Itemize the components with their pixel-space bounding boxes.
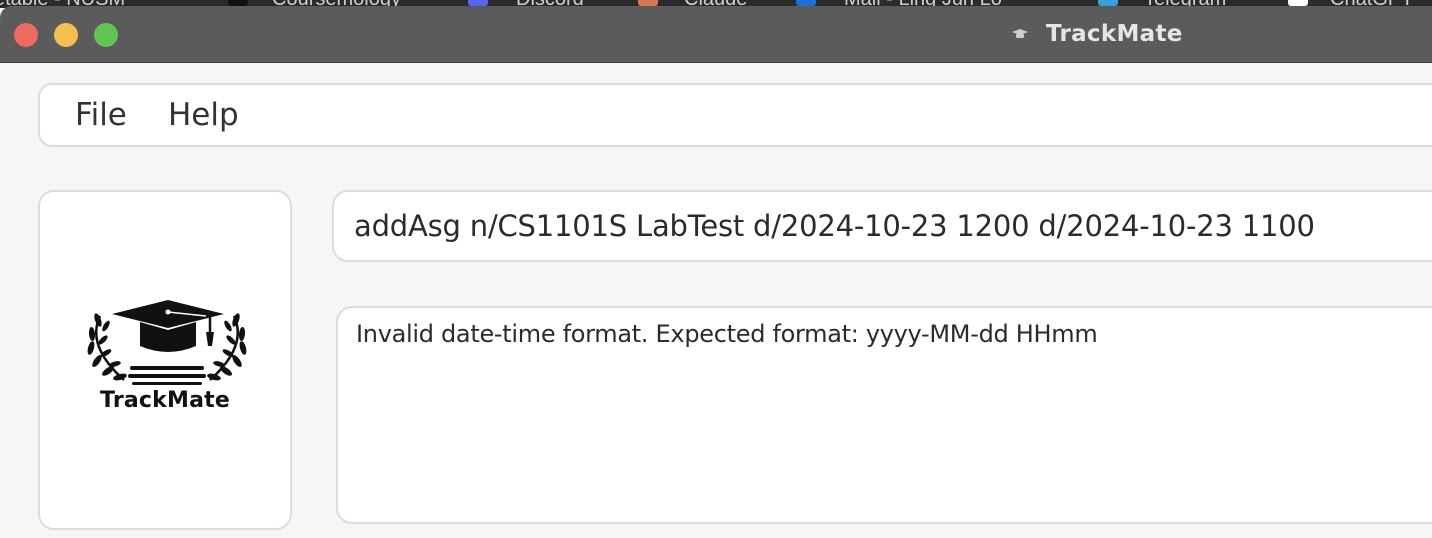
result-message: Invalid date-time format. Expected forma… [356, 320, 1098, 348]
menu-file[interactable]: File [75, 95, 127, 135]
menu-bar: File Help [38, 83, 1432, 147]
close-window-button[interactable] [14, 23, 38, 47]
logo-panel: TrackMate [38, 190, 292, 530]
window-title-group: TrackMate [1010, 18, 1183, 50]
maximize-window-button[interactable] [94, 23, 118, 47]
menu-help[interactable]: Help [168, 95, 239, 135]
command-input[interactable] [332, 190, 1432, 262]
minimize-window-button[interactable] [54, 23, 78, 47]
result-display[interactable]: Invalid date-time format. Expected forma… [336, 306, 1432, 524]
trackmate-app-icon [1012, 29, 1028, 38]
graduation-cap-laurel-icon [87, 300, 247, 385]
logo-text: TrackMate [100, 388, 230, 413]
window-title: TrackMate [1046, 21, 1183, 47]
window-titlebar[interactable]: TrackMate [0, 6, 1432, 63]
